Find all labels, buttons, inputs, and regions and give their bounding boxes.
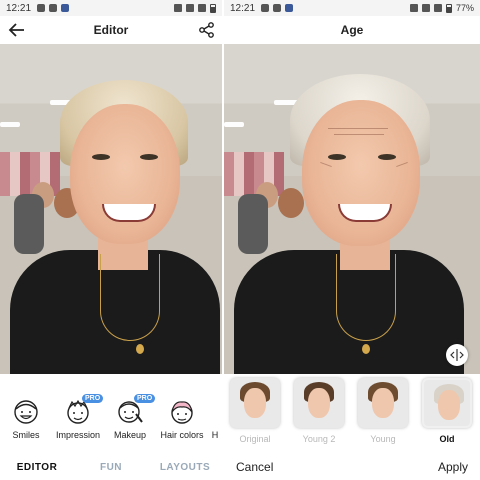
- age-label: Old: [439, 434, 455, 444]
- pro-badge: PRO: [82, 394, 104, 403]
- compare-button[interactable]: [446, 344, 468, 366]
- hair-colors-icon: [171, 401, 193, 424]
- battery-icon: [210, 3, 216, 13]
- battery-percent: 77%: [455, 3, 474, 13]
- app-bar: Age: [224, 16, 480, 44]
- age-thumbnail: [358, 378, 408, 428]
- tool-label: H: [211, 430, 219, 440]
- age-thumbnail: [422, 378, 472, 428]
- age-thumbnail: [230, 378, 280, 428]
- aged-photo: [224, 44, 480, 374]
- back-arrow-icon[interactable]: [8, 22, 26, 38]
- share-icon[interactable]: [198, 21, 216, 39]
- facebook-icon: [285, 4, 294, 12]
- age-option-original[interactable]: Original: [228, 374, 282, 452]
- nav-layouts[interactable]: LAYOUTS: [148, 462, 222, 473]
- age-option-young-2[interactable]: Young 2: [292, 374, 346, 452]
- tool-smiles[interactable]: Smiles: [0, 392, 52, 452]
- cancel-button[interactable]: Cancel: [236, 460, 273, 474]
- signal-icon: [198, 4, 206, 12]
- age-label: Young 2: [302, 434, 336, 444]
- compare-arrows-icon: [450, 349, 464, 361]
- notification-icon: [273, 4, 282, 12]
- page-title: Age: [340, 23, 364, 37]
- status-bar: 12:21 77%: [224, 0, 480, 16]
- app-bar: Editor: [0, 16, 222, 44]
- age-label: Original: [239, 434, 271, 444]
- age-screen: 12:21 77% Age Original Young 2 Young Old…: [224, 0, 480, 480]
- signal-icon: [433, 4, 442, 12]
- tool-hair-colors[interactable]: Hair colors: [156, 392, 208, 452]
- age-label: Young: [370, 434, 396, 444]
- tool-label: Impression: [55, 430, 100, 440]
- battery-icon: [445, 3, 452, 13]
- age-options: Original Young 2 Young Old: [224, 374, 480, 452]
- age-option-old[interactable]: Old: [420, 374, 474, 452]
- notification-icon: [49, 4, 58, 12]
- mute-icon: [174, 4, 182, 12]
- age-option-young[interactable]: Young: [356, 374, 410, 452]
- smile-face-icon: [14, 400, 38, 424]
- mute-icon: [409, 4, 418, 12]
- apply-button[interactable]: Apply: [438, 460, 468, 474]
- facebook-icon: [61, 4, 70, 12]
- nav-editor[interactable]: EDITOR: [0, 462, 74, 473]
- action-bar: Cancel Apply: [224, 454, 480, 480]
- tool-label: Makeup: [113, 430, 147, 440]
- wifi-icon: [421, 4, 430, 12]
- status-bar: 12:21: [0, 0, 222, 16]
- tool-impression[interactable]: PRO Impression: [52, 392, 104, 452]
- bottom-nav: EDITOR FUN LAYOUTS: [0, 454, 222, 480]
- notification-icon: [261, 4, 270, 12]
- nav-fun[interactable]: FUN: [74, 462, 148, 473]
- original-photo: [0, 44, 222, 374]
- age-thumbnail: [294, 378, 344, 428]
- tool-partial[interactable]: H: [208, 392, 222, 452]
- status-time: 12:21: [230, 2, 256, 14]
- notification-icon: [37, 4, 46, 12]
- editor-screen: 12:21 Editor Smiles PRO Impression PRO M…: [0, 0, 222, 480]
- page-title: Editor: [93, 23, 129, 37]
- status-time: 12:21: [6, 2, 32, 14]
- editor-tools: Smiles PRO Impression PRO Makeup Hair co…: [0, 392, 222, 452]
- pro-badge: PRO: [134, 394, 156, 403]
- tool-icon-clipped: [208, 398, 222, 426]
- tool-makeup[interactable]: PRO Makeup: [104, 392, 156, 452]
- wifi-icon: [186, 4, 194, 12]
- tool-label: Hair colors: [160, 430, 204, 440]
- tool-label: Smiles: [12, 430, 40, 440]
